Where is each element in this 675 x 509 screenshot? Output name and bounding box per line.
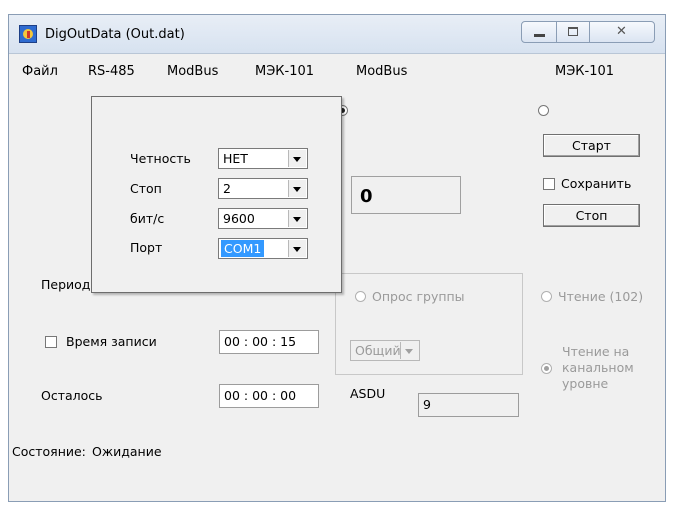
minimize-icon [534,34,545,37]
remaining-label: Осталось [41,388,103,403]
save-label: Сохранить [561,176,632,191]
radio-poll-group[interactable] [355,291,366,302]
app-icon [19,25,37,43]
menu-modbus[interactable]: ModBus [167,64,218,79]
menu-rs485[interactable]: RS-485 [88,64,135,79]
asdu-input[interactable]: 9 [418,393,519,417]
chevron-down-icon [288,180,306,197]
close-button[interactable]: ✕ [589,21,655,43]
title-bar[interactable]: DigOutData (Out.dat) ✕ [9,15,665,54]
minimize-button[interactable] [521,21,557,43]
read-link-line3: уровне [562,376,609,391]
close-icon: ✕ [616,24,627,39]
serial-settings-popup: Четность НЕТ Стоп 2 бит/с 9600 Порт COM1 [91,96,342,293]
value-display: 0 [351,176,461,214]
radio-read-link-level[interactable] [541,363,552,374]
stop-button[interactable]: Стоп [543,204,640,227]
menu-bar: Файл RS-485 ModBus МЭК-101 ModBus МЭК-10… [9,54,665,116]
save-checkbox[interactable] [543,178,555,190]
radio-modbus-label[interactable]: ModBus [356,64,407,79]
period-label: Период [41,277,91,292]
record-time-checkbox[interactable] [45,336,57,348]
read-link-line2: канальном [562,360,634,375]
read-102-label: Чтение (102) [558,289,644,304]
start-button[interactable]: Старт [543,134,640,157]
port-label: Порт [130,240,163,255]
maximize-button[interactable] [556,21,590,43]
chevron-down-icon [288,240,306,257]
asdu-label: ASDU [350,386,386,401]
baud-value: 9600 [223,211,255,226]
port-select[interactable]: COM1 [218,238,308,259]
stop-bits-select[interactable]: 2 [218,178,308,199]
parity-label: Четность [130,151,191,166]
poll-group-label: Опрос группы [372,289,465,304]
port-value: COM1 [221,240,265,257]
baud-label: бит/с [130,211,165,226]
stop-bits-value: 2 [223,181,231,196]
group-select[interactable]: Общий [350,340,420,361]
read-link-line1: Чтение на [562,344,630,359]
group-select-value: Общий [355,343,401,358]
record-time-input[interactable]: 00 : 00 : 15 [219,330,319,354]
window-title: DigOutData (Out.dat) [45,27,185,42]
chevron-down-icon [288,210,306,227]
chevron-down-icon [288,150,306,167]
baud-select[interactable]: 9600 [218,208,308,229]
radio-read-102[interactable] [541,291,552,302]
status-label: Состояние: [12,444,86,459]
radio-iec101-label[interactable]: МЭК-101 [555,64,614,79]
chevron-down-icon [400,342,418,359]
status-value: Ожидание [92,444,162,459]
menu-iec101[interactable]: МЭК-101 [255,64,314,79]
menu-file[interactable]: Файл [22,64,58,79]
record-time-label: Время записи [66,334,157,349]
stop-bits-label: Стоп [130,181,162,196]
parity-select[interactable]: НЕТ [218,148,308,169]
remaining-time-field: 00 : 00 : 00 [219,384,319,408]
maximize-icon [568,27,578,36]
radio-iec101[interactable] [538,105,549,116]
parity-value: НЕТ [223,151,248,166]
